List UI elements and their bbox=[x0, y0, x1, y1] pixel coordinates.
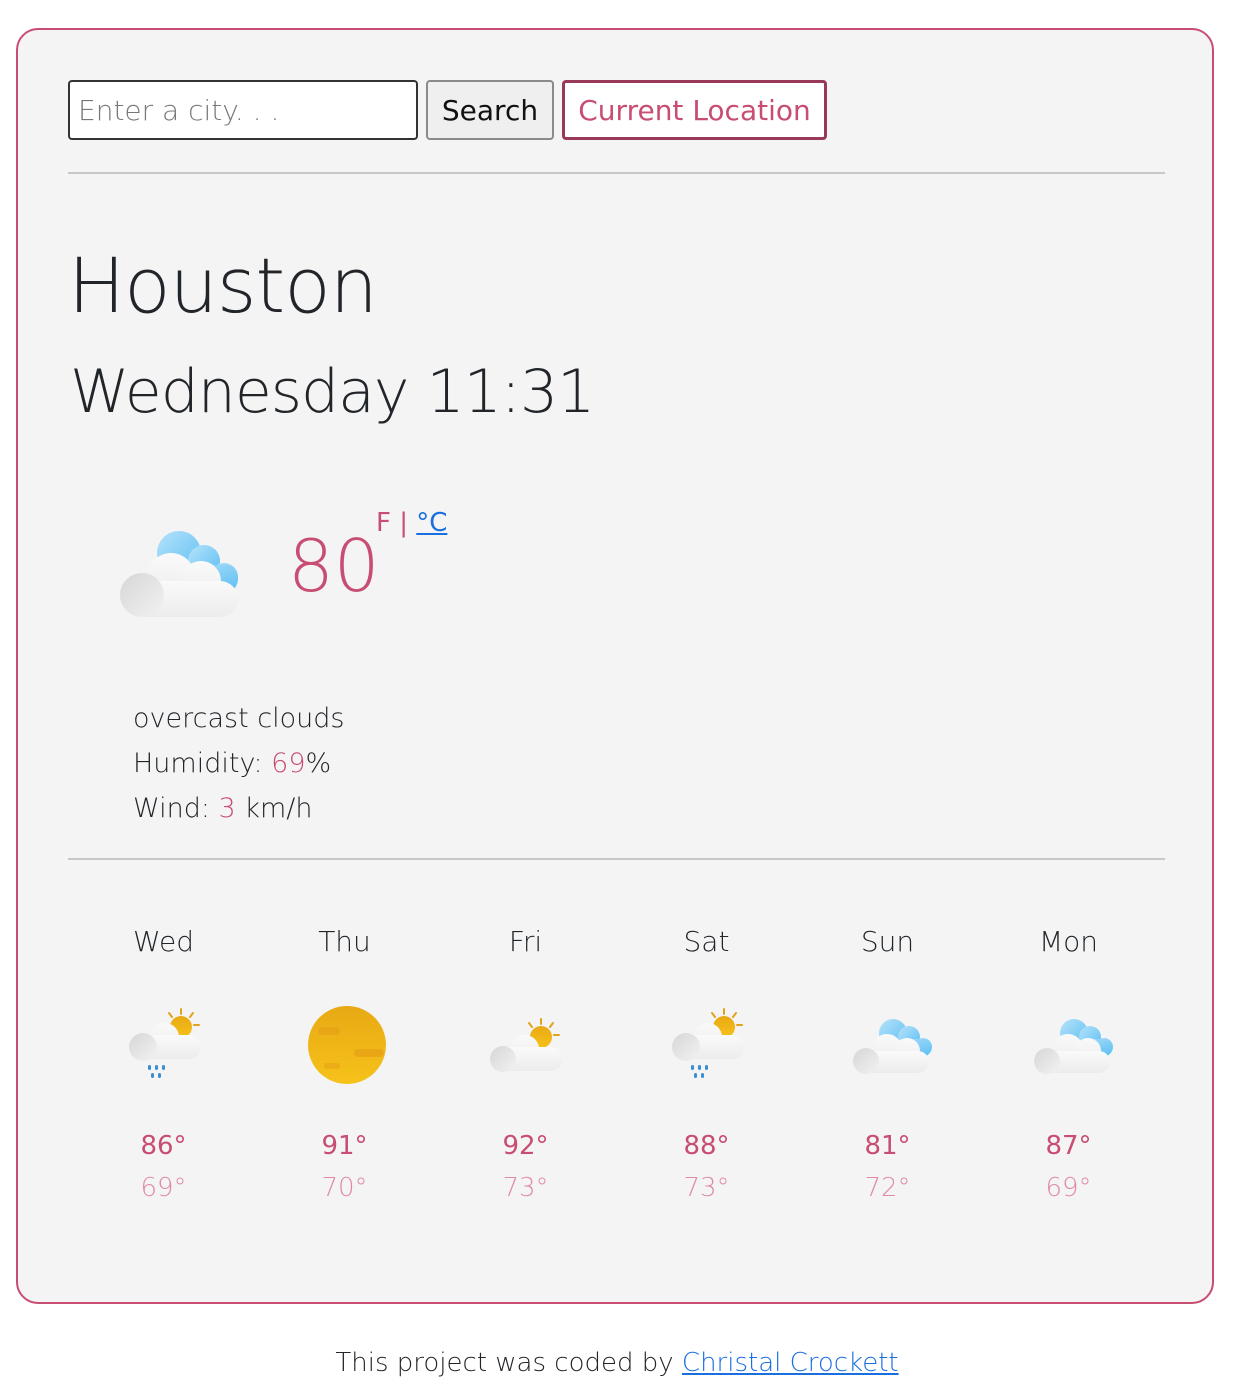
footer: This project was coded by Christal Crock… bbox=[0, 1348, 1234, 1378]
unit-toggle: F | °C bbox=[376, 508, 447, 538]
current-datetime: Wednesday 11:31 bbox=[70, 357, 595, 427]
forecast-day: Fri 92° 73° bbox=[435, 925, 616, 1225]
forecast-day: Wed 86° 69° bbox=[73, 925, 254, 1225]
forecast-low: 70° bbox=[321, 1173, 368, 1203]
forecast-day-name: Sat bbox=[683, 925, 730, 958]
forecast-day-name: Sun bbox=[860, 925, 915, 958]
forecast-day-name: Mon bbox=[1038, 925, 1099, 958]
forecast-high: 92° bbox=[502, 1131, 549, 1161]
rain-sun-icon bbox=[666, 1005, 756, 1085]
partly-cloudy-icon bbox=[485, 1005, 575, 1085]
divider bbox=[68, 858, 1165, 860]
city-name: Houston bbox=[68, 241, 378, 330]
forecast-high: 91° bbox=[321, 1131, 368, 1161]
forecast-low: 73° bbox=[502, 1173, 549, 1203]
fahrenheit-unit: F bbox=[376, 508, 391, 538]
forecast-day: Sat 88° 73° bbox=[616, 925, 797, 1225]
forecast-row: Wed 86° 69° Thu 91° 70° Fri 92° 73° Sat … bbox=[73, 925, 1163, 1225]
forecast-day-name: Thu bbox=[318, 925, 371, 958]
wind-label: Wind: bbox=[133, 793, 210, 824]
weather-description: overcast clouds bbox=[133, 703, 345, 734]
wind-row: Wind: 3 km/h bbox=[133, 786, 344, 831]
forecast-high: 87° bbox=[1045, 1131, 1092, 1161]
weather-details: overcast clouds Humidity: 69% Wind: 3 km… bbox=[133, 696, 344, 831]
cloudy-icon bbox=[847, 1005, 937, 1085]
wind-unit: km/h bbox=[244, 793, 313, 824]
sun-icon bbox=[304, 1005, 394, 1085]
forecast-day: Thu 91° 70° bbox=[254, 925, 435, 1225]
rain-sun-icon bbox=[123, 1005, 213, 1085]
forecast-day: Mon 87° 69° bbox=[978, 925, 1159, 1225]
humidity-row: Humidity: 69% bbox=[133, 741, 344, 786]
forecast-day-name: Fri bbox=[508, 925, 543, 958]
footer-text: This project was coded by bbox=[335, 1348, 674, 1378]
forecast-low: 73° bbox=[683, 1173, 730, 1203]
humidity-label: Humidity: bbox=[133, 748, 263, 779]
weather-card: Search Current Location Houston Wednesda… bbox=[16, 28, 1214, 1304]
overcast-clouds-icon bbox=[116, 525, 246, 625]
forecast-low: 69° bbox=[1045, 1173, 1092, 1203]
current-temperature: 80 bbox=[288, 524, 380, 608]
wind-value: 3 bbox=[218, 793, 236, 824]
celsius-link[interactable]: °C bbox=[416, 508, 447, 538]
humidity-unit: % bbox=[305, 748, 332, 779]
forecast-high: 86° bbox=[140, 1131, 187, 1161]
forecast-high: 88° bbox=[683, 1131, 730, 1161]
forecast-high: 81° bbox=[864, 1131, 911, 1161]
current-location-button[interactable]: Current Location bbox=[562, 80, 827, 140]
cloudy-icon bbox=[1028, 1005, 1118, 1085]
city-search-input[interactable] bbox=[68, 80, 418, 140]
forecast-day: Sun 81° 72° bbox=[797, 925, 978, 1225]
humidity-value: 69 bbox=[271, 748, 306, 779]
search-form: Search Current Location bbox=[68, 80, 827, 140]
forecast-day-name: Wed bbox=[132, 925, 195, 958]
unit-separator: | bbox=[399, 508, 408, 538]
forecast-low: 69° bbox=[140, 1173, 187, 1203]
search-button[interactable]: Search bbox=[426, 80, 554, 140]
forecast-low: 72° bbox=[864, 1173, 911, 1203]
divider bbox=[68, 172, 1165, 174]
author-link[interactable]: Christal Crockett bbox=[682, 1348, 899, 1378]
